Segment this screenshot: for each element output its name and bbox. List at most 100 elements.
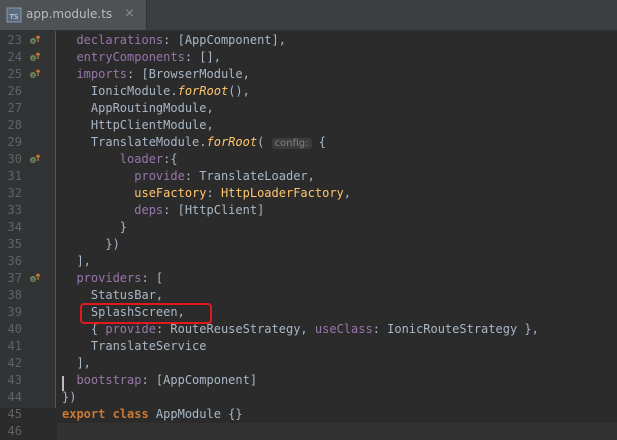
code-text: loader:{ (62, 151, 178, 168)
code-line: 34 } (0, 219, 617, 236)
svg-text:TS: TS (9, 13, 19, 21)
code-token: }) (62, 390, 77, 404)
code-line: 37 o providers: [ (0, 270, 617, 287)
code-text: IonicModule.forRoot(), (62, 83, 250, 100)
code-line: 29 TranslateModule.forRoot( config: { (0, 134, 617, 151)
line-number: 30 (7, 152, 22, 166)
code-text: provide: TranslateLoader, (62, 168, 315, 185)
code-text: AppRoutingModule, (62, 100, 214, 117)
code-token: : [ (141, 271, 164, 285)
code-token: TranslateModule. (90, 135, 207, 149)
code-text: }) (62, 236, 119, 253)
code-token: { (311, 135, 326, 149)
line-number: 34 (7, 220, 22, 234)
implementation-marker-icon[interactable]: o (29, 272, 41, 284)
code-token: , (343, 186, 352, 200)
code-token: : [AppComponent], (163, 33, 286, 47)
code-text: export class AppModule {} (62, 406, 243, 423)
code-text: StatusBar, (62, 287, 163, 304)
code-text: deps: [HttpClient] (62, 202, 264, 219)
code-text: } (62, 219, 127, 236)
code-token: provide (105, 322, 156, 336)
line-number: 33 (7, 203, 22, 217)
highlight-box (80, 303, 212, 324)
code-token: entryComponents (76, 50, 185, 64)
code-line: 43 bootstrap: [AppComponent] (0, 372, 617, 389)
line-number: 29 (7, 135, 22, 149)
line-number: 26 (7, 84, 22, 98)
code-token: export class (62, 407, 149, 421)
parameter-hint: config: (271, 138, 312, 149)
code-token: AppModule {} (148, 407, 243, 421)
code-text: HttpClientModule, (62, 117, 214, 134)
code-token: (), (228, 84, 250, 98)
code-line: 26 IonicModule.forRoot(), (0, 83, 617, 100)
code-token: : IonicRouteStrategy }, (372, 322, 539, 336)
code-text: TranslateService (62, 338, 207, 355)
code-line: 33 deps: [HttpClient] (0, 202, 617, 219)
code-token: : (206, 186, 221, 200)
line-number: 44 (7, 390, 22, 404)
line-number: 38 (7, 288, 22, 302)
code-token: : [HttpClient] (163, 203, 265, 217)
implementation-marker-icon[interactable]: o (29, 51, 41, 63)
line-number: 39 (7, 305, 22, 319)
code-line: 41 TranslateService (0, 338, 617, 355)
implementation-marker-icon[interactable]: o (29, 68, 41, 80)
code-editor[interactable]: 23 o declarations: [AppComponent], 24 o ent… (0, 31, 617, 440)
tab-title: app.module.ts (26, 7, 113, 21)
code-token: ], (76, 356, 91, 370)
code-token: forRoot (206, 135, 258, 149)
line-number: 36 (7, 254, 22, 268)
code-text: ], (62, 355, 91, 372)
code-line: 38 StatusBar, (0, 287, 617, 304)
code-text: TranslateModule.forRoot( config: { (62, 134, 326, 152)
code-token: providers (76, 271, 142, 285)
svg-text:o: o (31, 39, 34, 45)
code-token: { (90, 322, 106, 336)
implementation-marker-icon[interactable]: o (29, 34, 41, 46)
tab-app-module[interactable]: TS app.module.ts × (0, 0, 147, 30)
line-number: 35 (7, 237, 22, 251)
code-line: 46 (0, 423, 617, 440)
code-token: ( (257, 135, 272, 149)
code-line: 44}) (0, 389, 617, 406)
code-token: : [BrowserModule, (127, 67, 250, 81)
editor-tab-bar: TS app.module.ts × (0, 0, 617, 31)
code-token: loader (119, 152, 164, 166)
line-number: 24 (7, 50, 22, 64)
code-text: imports: [BrowserModule, (62, 66, 250, 83)
code-token: imports (76, 67, 128, 81)
code-token: bootstrap (76, 373, 142, 387)
code-line: 45 export class AppModule {} (0, 406, 617, 423)
code-line: 24 o entryComponents: [], (0, 49, 617, 66)
code-line: 42 ], (0, 355, 617, 372)
line-number: 46 (7, 424, 22, 438)
code-text: declarations: [AppComponent], (62, 32, 286, 49)
code-token: deps (134, 203, 164, 217)
code-token: IonicModule. (90, 84, 178, 98)
line-number: 43 (7, 373, 22, 387)
code-text: }) (62, 389, 76, 406)
code-line: 36 ], (0, 253, 617, 270)
code-text: ], (62, 253, 90, 270)
code-line: 32 useFactory: HttpLoaderFactory, (0, 185, 617, 202)
svg-text:o: o (31, 277, 34, 283)
code-token: forRoot (177, 84, 229, 98)
text-caret (62, 376, 64, 391)
code-token: :{ (163, 152, 178, 166)
code-token: : TranslateLoader, (184, 169, 315, 183)
code-token: useFactory (134, 186, 207, 200)
line-number: 27 (7, 101, 22, 115)
close-icon[interactable]: × (124, 6, 135, 22)
code-token: TranslateService (90, 339, 207, 353)
line-number: 45 (7, 407, 22, 421)
code-token: HttpLoaderFactory (220, 186, 344, 200)
line-number: 23 (7, 33, 22, 47)
line-number: 42 (7, 356, 22, 370)
code-line: 35 }) (0, 236, 617, 253)
implementation-marker-icon[interactable]: o (29, 153, 41, 165)
code-token: provide (134, 169, 185, 183)
code-token: StatusBar, (90, 288, 164, 302)
line-number: 41 (7, 339, 22, 353)
